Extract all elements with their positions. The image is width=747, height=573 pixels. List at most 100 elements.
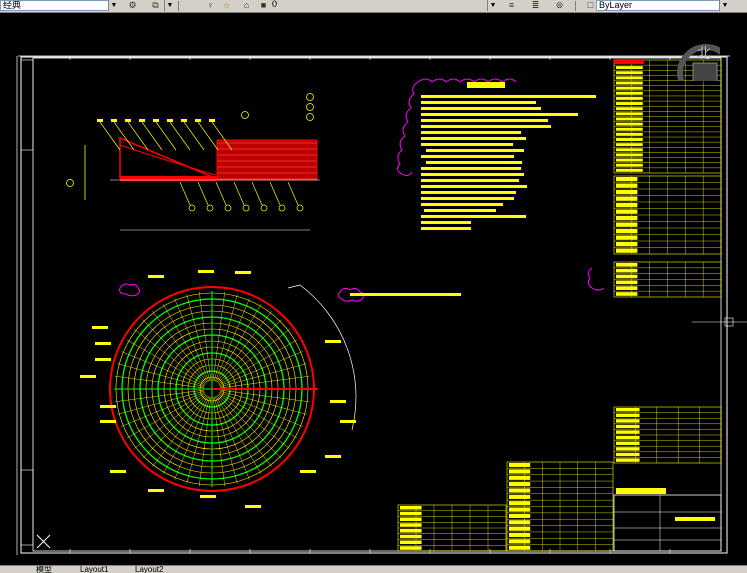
plan-label-tag xyxy=(92,326,108,329)
table-bottom-center-text xyxy=(509,488,531,493)
leader-bubble xyxy=(260,204,268,212)
plan-label-tag xyxy=(245,505,261,508)
table-top-text xyxy=(616,112,643,116)
frame-ticks xyxy=(69,56,671,553)
table-top-text xyxy=(616,168,643,172)
table-bottom-center-text xyxy=(509,539,531,544)
note-line xyxy=(421,125,551,128)
table-bottom-center-text xyxy=(509,532,531,538)
left-bottom-strip xyxy=(20,469,34,546)
leader-bubble xyxy=(224,204,232,212)
toolbar-separator xyxy=(178,1,179,11)
plan-label-tag xyxy=(300,470,316,473)
leader-tag xyxy=(139,119,145,122)
plan-label-tag xyxy=(200,495,216,498)
table-bottom-center-text xyxy=(509,513,531,519)
linetype-dropdown-button[interactable]: ▼ xyxy=(719,0,730,11)
table-top-text xyxy=(616,163,643,167)
drawing-canvas[interactable]: 北 xyxy=(0,13,747,565)
table-top-text xyxy=(616,102,643,106)
crosshair-cursor xyxy=(692,317,747,327)
roof-wedge xyxy=(119,136,216,179)
table-top-text xyxy=(616,122,643,126)
plan-spoke xyxy=(219,391,303,427)
layer-properties-icon[interactable]: ≡ xyxy=(506,0,517,11)
title-block-name xyxy=(675,517,715,521)
color-box-icon[interactable]: □ xyxy=(585,0,596,11)
callout-bubble xyxy=(306,103,314,111)
leader-tag xyxy=(111,119,117,122)
table-mid-text xyxy=(616,216,638,221)
title-block-frame xyxy=(613,494,722,552)
lock-icon[interactable]: ⌂ xyxy=(241,0,252,11)
gear-icon[interactable]: ⚙ xyxy=(127,0,138,11)
note-line xyxy=(426,149,524,152)
leader-bubble xyxy=(188,204,196,212)
callout-bubble xyxy=(306,113,314,121)
leader-bubble xyxy=(242,204,250,212)
sun-icon[interactable]: ☼ xyxy=(221,0,232,11)
color-swatch-icon[interactable]: ■ xyxy=(258,0,269,11)
callout-bubble xyxy=(306,93,314,101)
table-mid-text xyxy=(616,209,638,214)
plan-label-tag xyxy=(198,270,214,273)
note-line xyxy=(421,227,471,230)
plan-label-tag xyxy=(235,271,251,274)
plan-spoke xyxy=(121,391,205,427)
plan-spoke xyxy=(174,396,210,480)
note-line xyxy=(421,167,521,170)
section-drawing xyxy=(66,93,320,231)
table-top-text xyxy=(616,71,643,75)
table-footer xyxy=(616,488,666,494)
layer-previous-icon[interactable]: ≣ xyxy=(530,0,541,11)
table-bottom-left-text xyxy=(400,546,422,550)
note-line xyxy=(421,221,471,224)
layer-state-icon[interactable]: ⊜ xyxy=(554,0,565,11)
layer-dropdown-button[interactable]: ▼ xyxy=(487,0,498,11)
table-lower-right-text xyxy=(616,413,640,417)
copy-icon[interactable]: ⧉ xyxy=(150,0,161,11)
plan-top-cloud xyxy=(119,283,141,297)
table-mid-text xyxy=(616,203,638,208)
workspace-combo[interactable]: 经典 xyxy=(0,0,110,11)
leader-tag xyxy=(181,119,187,122)
table-mid-text xyxy=(616,196,638,201)
note-line xyxy=(421,155,514,158)
table-top-text xyxy=(616,76,643,80)
plan-label-tag xyxy=(148,275,164,278)
leader-tag xyxy=(125,119,131,122)
leader-line xyxy=(215,181,227,206)
table-small-text xyxy=(616,274,638,279)
sheet-outer-frame xyxy=(20,56,728,554)
table-bottom-center-text xyxy=(509,526,531,531)
lightbulb-icon[interactable]: ♀ xyxy=(205,0,216,11)
plan-label-tag xyxy=(325,455,341,458)
table-bottom-left-text xyxy=(400,523,422,527)
table-bottom-left-text xyxy=(400,529,422,533)
workspace-dropdown-button[interactable]: ▼ xyxy=(108,0,119,11)
callout-bubble xyxy=(66,179,74,187)
title-block xyxy=(613,494,722,552)
note-line xyxy=(421,131,521,134)
viewcube-north-label: 北 xyxy=(697,46,711,62)
table-lower-right-text xyxy=(616,419,640,423)
table-top-text xyxy=(616,143,643,147)
note-line xyxy=(421,95,596,98)
note-line xyxy=(421,185,527,188)
note-line xyxy=(426,161,522,164)
leader-tag xyxy=(97,119,103,122)
roof-profile xyxy=(119,144,216,176)
note-line xyxy=(421,191,516,194)
table-small-text xyxy=(616,268,638,273)
plan-spoke xyxy=(219,351,303,387)
style-dropdown-button[interactable]: ▼ xyxy=(164,0,175,11)
table-bottom-left-text xyxy=(400,540,422,545)
table-bottom-left-text xyxy=(400,506,422,510)
revision-cloud xyxy=(417,78,517,83)
table-lower-right-text xyxy=(616,436,640,440)
leader-bubble xyxy=(206,204,214,212)
plan-spoke xyxy=(217,394,282,459)
leader-line xyxy=(233,181,245,206)
layer-combo[interactable]: 0 xyxy=(270,0,490,11)
linetype-combo[interactable]: ByLayer xyxy=(596,0,730,11)
